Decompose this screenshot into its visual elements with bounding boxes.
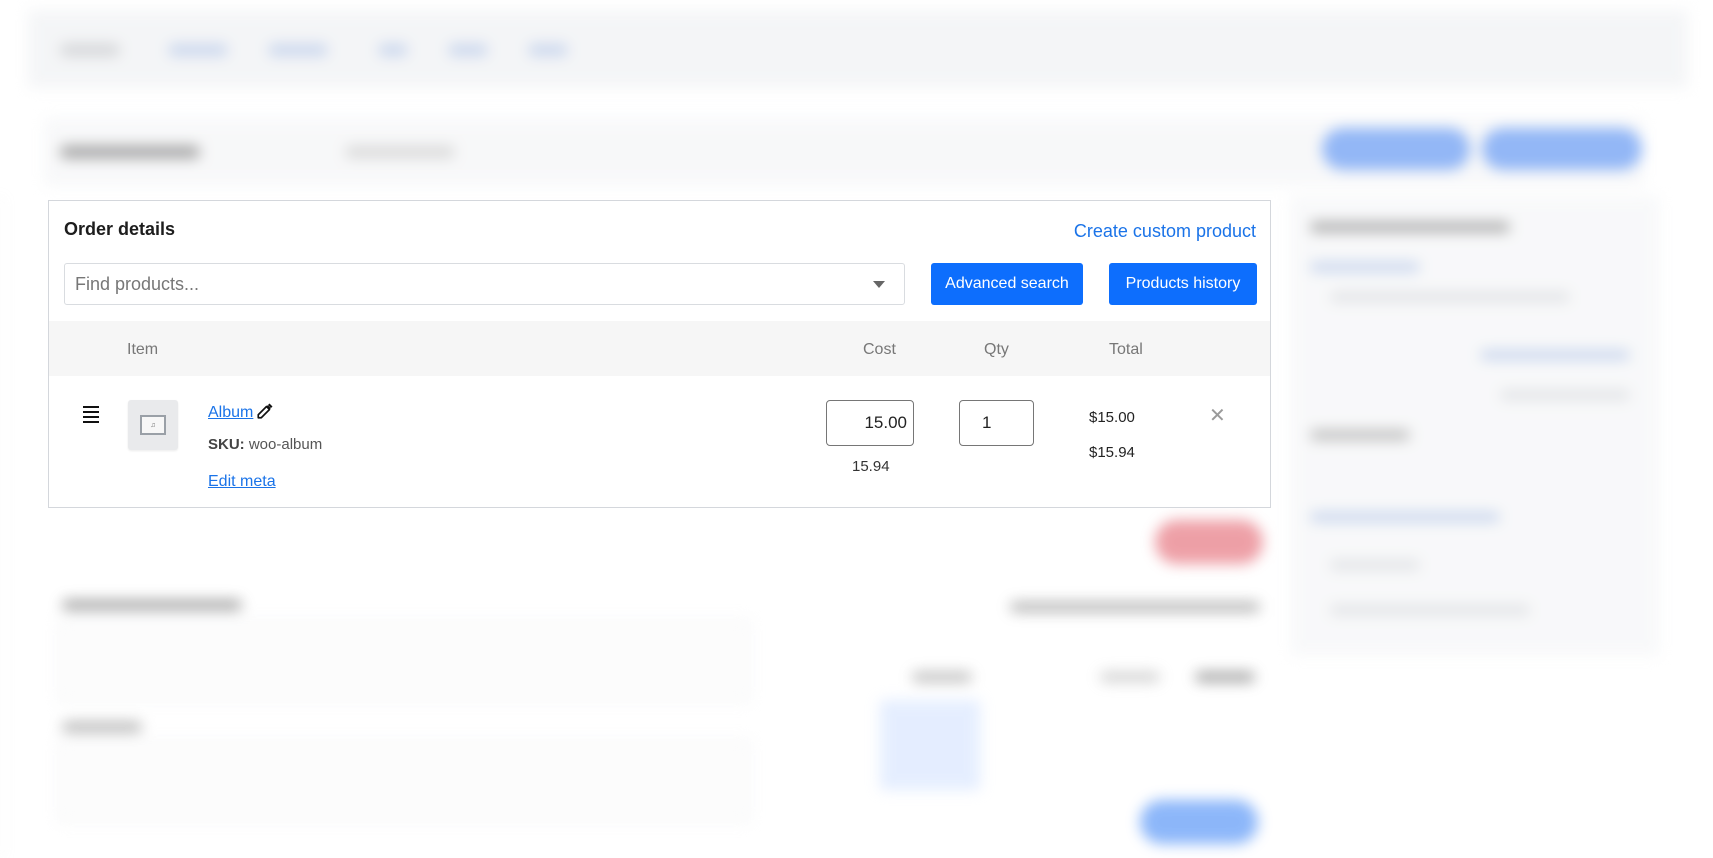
bg-text — [345, 146, 455, 158]
sku-value: woo-album — [248, 436, 323, 453]
panel-title: Order details — [64, 219, 176, 239]
bg-line — [1330, 560, 1420, 570]
bg-nav-item — [60, 44, 120, 56]
bg-primary-button — [1140, 800, 1258, 844]
edit-meta-link[interactable]: Edit meta — [208, 473, 276, 491]
table-header: Item Cost Qty Total — [49, 321, 1270, 376]
quantity-input[interactable] — [959, 400, 1034, 446]
bg-button — [1322, 128, 1470, 170]
line-total: $15.00 — [1089, 409, 1135, 426]
product-thumbnail: ♫ — [128, 400, 178, 450]
bg-line — [1310, 262, 1420, 272]
cost-input[interactable] — [826, 400, 914, 446]
bg-title — [60, 146, 200, 158]
product-name-link[interactable]: Album — [208, 404, 253, 422]
bg-line — [1330, 605, 1530, 615]
bg-line — [1310, 222, 1510, 232]
close-icon[interactable]: ✕ — [1209, 406, 1226, 426]
bg-line — [1480, 350, 1630, 360]
sku-label: SKU: — [208, 436, 245, 453]
create-custom-product-link[interactable]: Create custom product — [1074, 221, 1256, 242]
products-history-button[interactable]: Products history — [1109, 263, 1257, 305]
bg-nav-item — [528, 44, 568, 56]
album-image-icon: ♫ — [140, 415, 166, 435]
column-header-qty: Qty — [984, 341, 1009, 358]
column-header-item: Item — [127, 341, 159, 358]
line-total-with-tax: $15.94 — [1089, 444, 1135, 461]
advanced-search-button[interactable]: Advanced search — [931, 263, 1083, 305]
edit-icon[interactable] — [256, 402, 274, 420]
bg-line — [1500, 390, 1630, 400]
drag-handle-icon[interactable] — [83, 406, 99, 426]
bg-nav-item — [448, 44, 488, 56]
bg-nav-item — [268, 44, 328, 56]
product-search-select[interactable] — [64, 263, 905, 305]
chevron-down-icon[interactable] — [873, 281, 885, 288]
bg-line — [1100, 672, 1160, 682]
product-search-input[interactable] — [65, 264, 845, 304]
product-sku: SKU: woo-album — [208, 436, 322, 453]
bg-button — [1482, 128, 1642, 170]
bg-line — [62, 600, 242, 610]
bg-field — [58, 740, 750, 822]
bg-line — [1195, 672, 1255, 682]
order-details-panel: Order details Create custom product Adva… — [48, 200, 1271, 508]
column-header-cost: Cost — [863, 341, 896, 358]
bg-line — [912, 672, 972, 682]
bg-danger-button — [1155, 520, 1263, 564]
bg-line — [1310, 512, 1500, 522]
bg-line — [1310, 430, 1410, 440]
bg-line — [1010, 602, 1260, 612]
column-header-total: Total — [1109, 341, 1143, 358]
bg-field — [58, 620, 750, 702]
bg-nav-item — [378, 44, 408, 56]
bg-nav-item — [168, 44, 228, 56]
bg-line — [1330, 292, 1570, 302]
bg-line — [62, 722, 142, 732]
bg-edge — [0, 196, 1, 858]
cost-with-tax: 15.94 — [852, 458, 890, 475]
bg-highlight — [880, 700, 980, 790]
